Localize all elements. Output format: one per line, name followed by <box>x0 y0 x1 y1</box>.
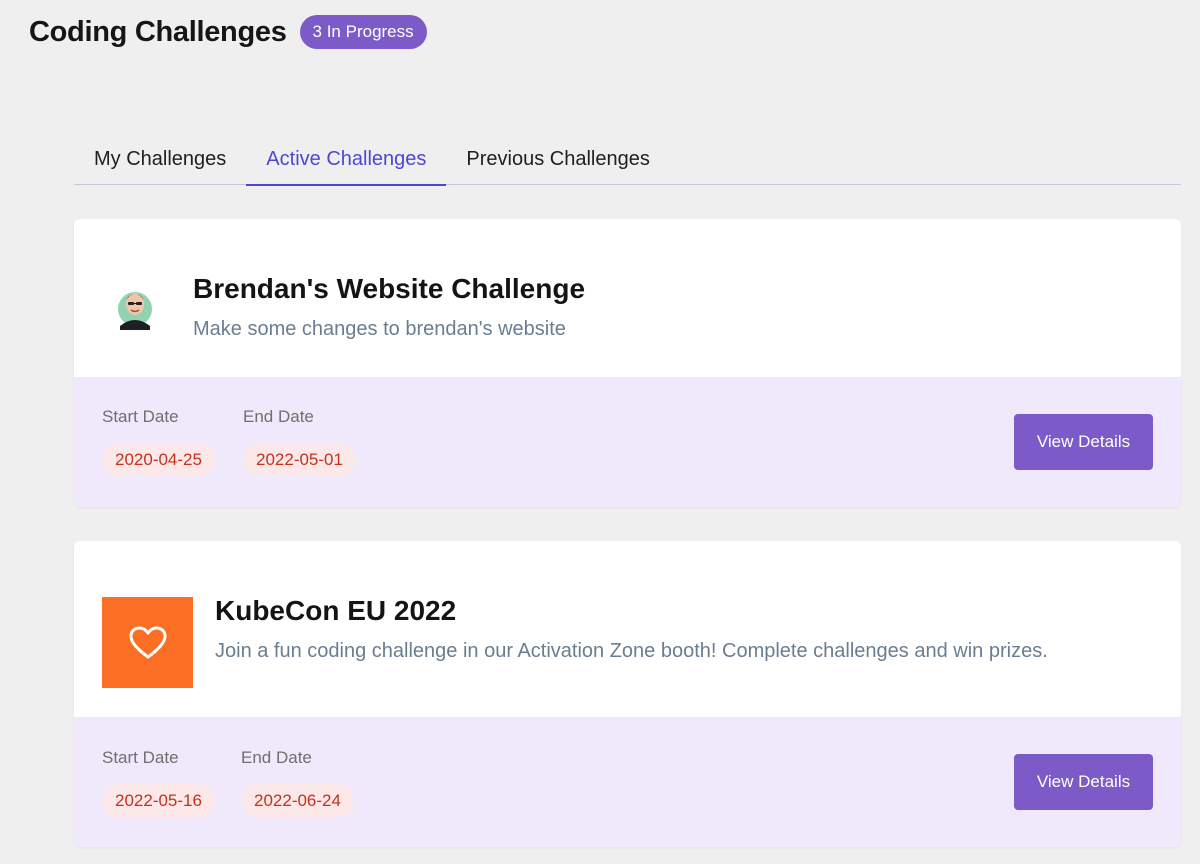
challenge-card-footer: Start Date End Date 2020-04-25 2022-05-0… <box>74 377 1181 507</box>
start-date-label: Start Date <box>102 407 179 426</box>
end-date-chip: 2022-05-01 <box>243 443 356 476</box>
heart-icon <box>102 597 193 688</box>
challenge-card-header: Brendan's Website Challenge Make some ch… <box>74 219 1181 377</box>
challenge-tabs: My Challenges Active Challenges Previous… <box>74 134 1181 186</box>
end-date-label: End Date <box>243 407 314 426</box>
view-details-button[interactable]: View Details <box>1014 754 1153 810</box>
challenge-title: KubeCon EU 2022 <box>215 595 457 626</box>
page-title: Coding Challenges <box>29 15 287 48</box>
challenge-card-footer: Start Date End Date 2022-05-16 2022-06-2… <box>74 717 1181 847</box>
tab-active-challenges[interactable]: Active Challenges <box>246 134 447 186</box>
challenge-title: Brendan's Website Challenge <box>193 273 586 304</box>
challenge-card: KubeCon EU 2022 Join a fun coding challe… <box>74 541 1181 847</box>
challenge-card-header: KubeCon EU 2022 Join a fun coding challe… <box>74 541 1181 717</box>
challenge-description: Make some changes to brendan's website <box>193 318 566 340</box>
tab-previous-challenges[interactable]: Previous Challenges <box>446 134 669 185</box>
end-date-label: End Date <box>241 748 312 767</box>
page-header: Coding Challenges 3 In Progress <box>29 15 427 49</box>
view-details-button[interactable]: View Details <box>1014 414 1153 470</box>
end-date-chip: 2022-06-24 <box>241 784 354 817</box>
challenge-card: Brendan's Website Challenge Make some ch… <box>74 219 1181 507</box>
page: Coding Challenges 3 In Progress My Chall… <box>0 0 1200 864</box>
in-progress-badge: 3 In Progress <box>299 15 427 49</box>
start-date-label: Start Date <box>102 748 179 767</box>
challenge-description: Join a fun coding challenge in our Activ… <box>215 640 1048 662</box>
person-avatar-icon <box>116 286 154 330</box>
start-date-chip: 2022-05-16 <box>102 784 215 817</box>
start-date-chip: 2020-04-25 <box>102 443 215 476</box>
tab-my-challenges[interactable]: My Challenges <box>74 134 246 185</box>
